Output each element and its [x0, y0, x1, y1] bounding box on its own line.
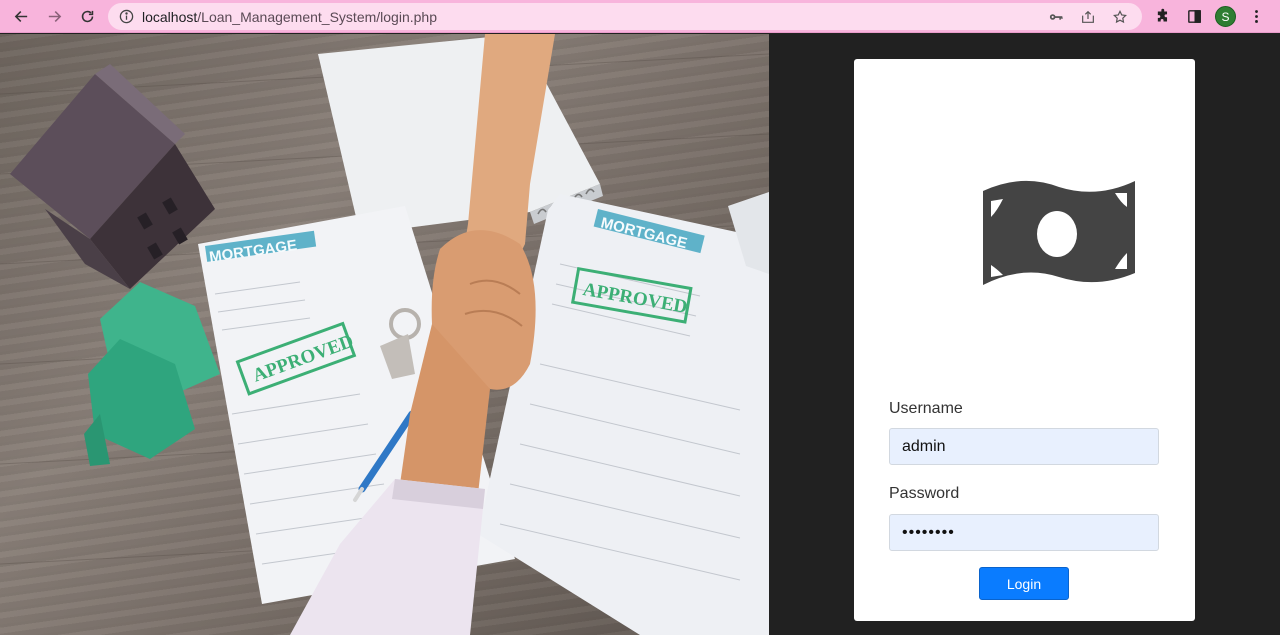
model-house [10, 64, 215, 289]
side-panel-icon[interactable] [1179, 0, 1210, 33]
url-host: localhost [142, 8, 198, 25]
url-text[interactable]: localhost/Loan_Management_System/login.p… [142, 9, 437, 25]
password-key-icon[interactable] [1040, 3, 1072, 30]
browser-toolbar: localhost/Loan_Management_System/login.p… [0, 0, 1280, 33]
bookmark-star-icon[interactable] [1104, 3, 1136, 30]
forward-icon[interactable] [40, 2, 68, 30]
site-info-icon[interactable] [118, 9, 134, 25]
reload-icon[interactable] [73, 2, 101, 30]
avatar: S [1215, 6, 1236, 27]
username-label: Username [889, 400, 963, 417]
login-card: Username admin Password •••••••• Login [854, 59, 1195, 621]
hero-illustration: MORTGAGE APPROVED MORTGAGE APPROVED [0, 34, 769, 635]
address-bar[interactable]: localhost/Loan_Management_System/login.p… [108, 3, 1142, 30]
login-button[interactable]: Login [979, 567, 1069, 600]
password-label: Password [889, 485, 960, 502]
password-input[interactable]: •••••••• [889, 514, 1159, 551]
money-bill-icon [983, 180, 1135, 285]
menu-kebab-icon[interactable] [1241, 0, 1272, 33]
username-input[interactable]: admin [889, 428, 1159, 465]
share-icon[interactable] [1072, 3, 1104, 30]
url-path: /Loan_Management_System/login.php [197, 8, 437, 25]
hero-photo: MORTGAGE APPROVED MORTGAGE APPROVED [0, 34, 769, 635]
extensions-icon[interactable] [1148, 0, 1179, 33]
back-icon[interactable] [7, 2, 35, 30]
green-paper-houses [84, 282, 220, 466]
profile-button[interactable]: S [1210, 0, 1241, 33]
